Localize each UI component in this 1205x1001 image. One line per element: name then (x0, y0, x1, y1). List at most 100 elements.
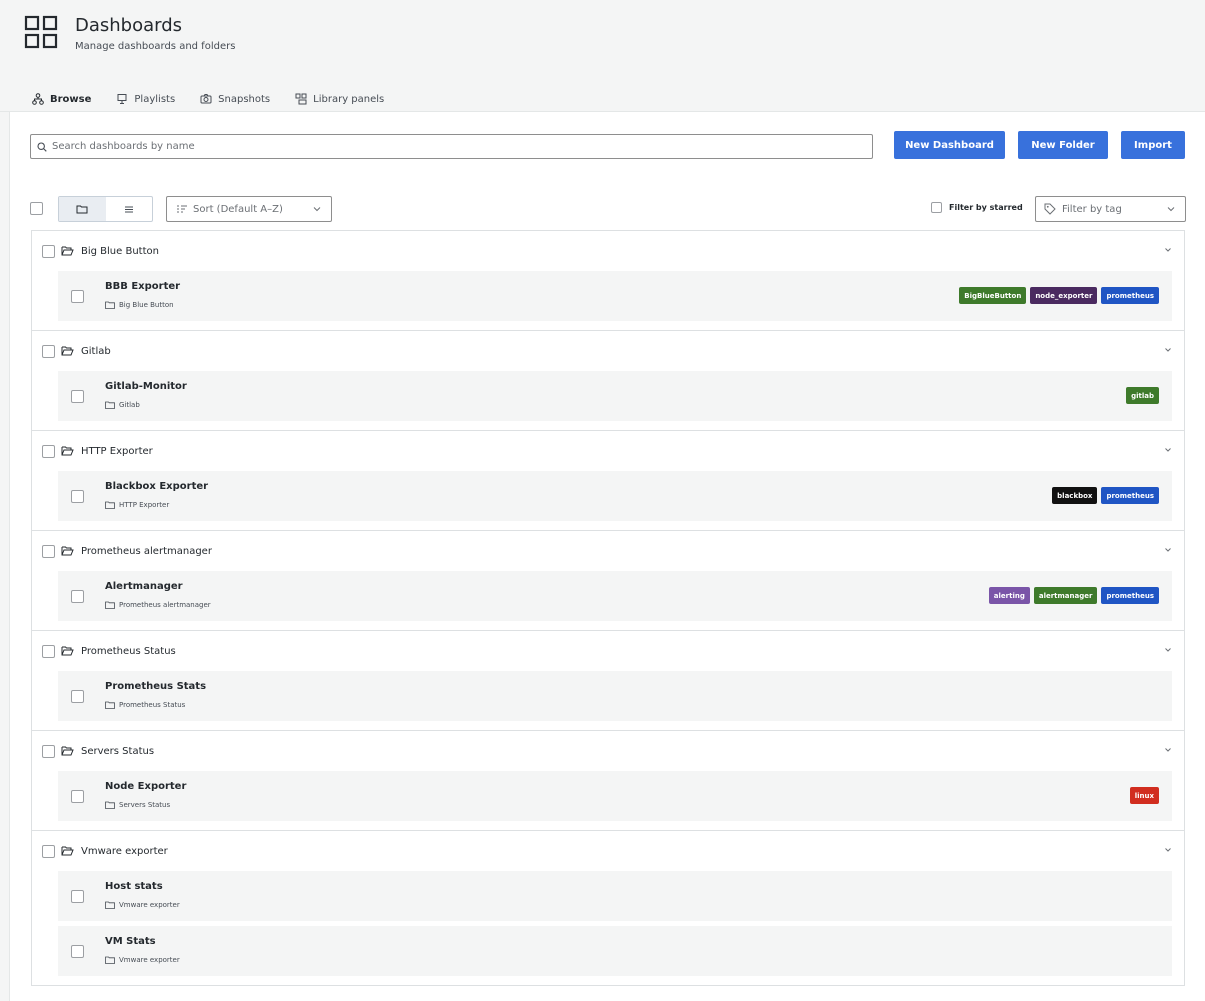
tab-playlists-label: Playlists (134, 93, 176, 105)
presentation-icon (117, 94, 127, 104)
sitemap-icon (32, 93, 44, 105)
chevron-down-icon (1165, 648, 1171, 652)
dashboard-row[interactable]: Prometheus Stats Prometheus Status (58, 671, 1172, 721)
search-box[interactable] (30, 134, 873, 159)
chevron-down-icon (1165, 848, 1171, 852)
dashboard-row[interactable]: Node Exporter Servers Status linux (58, 771, 1172, 821)
folder-open-icon (61, 246, 74, 256)
tab-playlists[interactable]: Playlists (104, 86, 188, 112)
tag-badge[interactable]: gitlab (1126, 387, 1159, 404)
dashboard-title[interactable]: Gitlab-Monitor (105, 381, 187, 392)
folder-checkbox[interactable] (42, 744, 55, 758)
dashboard-checkbox[interactable] (71, 490, 84, 503)
dashboard-checkbox[interactable] (71, 290, 84, 303)
folder-header[interactable]: Servers Status (32, 731, 1184, 771)
page-title: Dashboards (75, 15, 183, 36)
tag-list: alerting alertmanager prometheus (988, 587, 1159, 604)
dashboard-folder-name: HTTP Exporter (119, 501, 170, 509)
folder-checkbox[interactable] (42, 844, 55, 858)
tag-badge[interactable]: prometheus (1101, 587, 1159, 604)
tag-badge[interactable]: prometheus (1101, 287, 1159, 304)
sort-select[interactable]: Sort (Default A–Z) (166, 196, 332, 222)
page-subtitle: Manage dashboards and folders (75, 41, 236, 52)
dashboard-folder-name: Big Blue Button (119, 301, 174, 309)
dashboard-title[interactable]: Prometheus Stats (105, 681, 206, 692)
tag-badge[interactable]: alerting (988, 587, 1030, 604)
folder-checkbox[interactable] (42, 644, 55, 658)
tab-library-panels[interactable]: Library panels (283, 86, 397, 112)
folder-icon (105, 501, 115, 509)
dashboard-row[interactable]: BBB Exporter Big Blue Button BigBlueButton… (58, 271, 1172, 321)
tag-badge[interactable]: prometheus (1101, 487, 1159, 504)
tab-browse[interactable]: Browse (20, 86, 105, 115)
dashboard-title[interactable]: Blackbox Exporter (105, 481, 208, 492)
folder-header[interactable]: Big Blue Button (32, 231, 1184, 271)
folder-items: BBB Exporter Big Blue Button BigBlueButton… (32, 271, 1184, 330)
dashboard-title[interactable]: VM Stats (105, 936, 156, 947)
search-input[interactable] (52, 141, 852, 152)
folder-checkbox[interactable] (42, 344, 55, 358)
folder-section: Gitlab Gitlab-Monitor Gitlab gitlab (31, 331, 1185, 431)
tag-badge[interactable]: blackbox (1052, 487, 1098, 504)
folder-items: Gitlab-Monitor Gitlab gitlab (32, 371, 1184, 430)
tag-badge[interactable]: node_exporter (1030, 287, 1098, 304)
dashboard-folder-location: Vmware exporter (105, 901, 180, 909)
dashboard-title[interactable]: Host stats (105, 881, 163, 892)
select-all-checkbox[interactable] (30, 202, 43, 215)
tab-snapshots[interactable]: Snapshots (188, 86, 283, 112)
dashboard-row[interactable]: VM Stats Vmware exporter (58, 926, 1172, 976)
folder-open-icon (61, 346, 74, 356)
tag-filter-select[interactable]: Filter by tag (1035, 196, 1186, 222)
dashboard-title[interactable]: BBB Exporter (105, 281, 180, 292)
dashboard-row[interactable]: Gitlab-Monitor Gitlab gitlab (58, 371, 1172, 421)
folder-icon (105, 301, 115, 309)
dashboard-row[interactable]: Host stats Vmware exporter (58, 871, 1172, 921)
dashboard-checkbox[interactable] (71, 390, 84, 403)
tag-badge[interactable]: alertmanager (1033, 587, 1098, 604)
tab-snapshots-label: Snapshots (218, 93, 271, 105)
tag-badge[interactable]: linux (1129, 787, 1159, 804)
folder-items: Node Exporter Servers Status linux (32, 771, 1184, 830)
dashboard-checkbox[interactable] (71, 890, 84, 903)
filter-starred[interactable]: Filter by starred (931, 202, 1023, 213)
dashboard-folder-name: Vmware exporter (119, 956, 180, 964)
filter-starred-label: Filter by starred (949, 203, 1023, 212)
folder-section: Big Blue Button BBB Exporter Big Blue Butt… (31, 230, 1185, 331)
folder-items: Prometheus Stats Prometheus Status (32, 671, 1184, 730)
folder-header[interactable]: Prometheus alertmanager (32, 531, 1184, 571)
camera-icon (200, 94, 212, 104)
tag-list: blackbox prometheus (1052, 487, 1159, 504)
folder-header[interactable]: Gitlab (32, 331, 1184, 371)
library-panels-icon (295, 93, 307, 105)
dashboard-folder-location: Prometheus alertmanager (105, 601, 211, 609)
folder-header[interactable]: HTTP Exporter (32, 431, 1184, 471)
dashboard-checkbox[interactable] (71, 945, 84, 958)
folder-header[interactable]: Prometheus Status (32, 631, 1184, 671)
import-button[interactable]: Import (1121, 131, 1185, 159)
dashboard-checkbox[interactable] (71, 790, 84, 803)
dashboard-row[interactable]: Blackbox Exporter HTTP Exporter blackbox pr… (58, 471, 1172, 521)
list-view-button[interactable] (106, 197, 153, 221)
tag-list: BigBlueButton node_exporter prometheus (959, 287, 1159, 304)
dashboard-title[interactable]: Alertmanager (105, 581, 183, 592)
folder-open-icon (61, 646, 74, 656)
folder-checkbox[interactable] (42, 244, 55, 258)
new-folder-button[interactable]: New Folder (1018, 131, 1108, 159)
folder-header[interactable]: Vmware exporter (32, 831, 1184, 871)
folder-section: Servers Status Node Exporter Servers Statu… (31, 731, 1185, 831)
filter-starred-checkbox[interactable] (931, 202, 942, 213)
dashboard-title[interactable]: Node Exporter (105, 781, 186, 792)
chevron-down-icon (1165, 348, 1171, 352)
tag-badge[interactable]: BigBlueButton (959, 287, 1027, 304)
dashboard-checkbox[interactable] (71, 590, 84, 603)
folder-icon (105, 701, 115, 709)
chevron-down-icon (1165, 248, 1171, 252)
folder-icon (105, 956, 115, 964)
folder-view-button[interactable] (59, 197, 106, 221)
dashboard-checkbox[interactable] (71, 690, 84, 703)
new-dashboard-button[interactable]: New Dashboard (894, 131, 1005, 159)
folder-checkbox[interactable] (42, 444, 55, 458)
dashboard-folder-name: Gitlab (119, 401, 140, 409)
dashboard-row[interactable]: Alertmanager Prometheus alertmanager alert… (58, 571, 1172, 621)
folder-checkbox[interactable] (42, 544, 55, 558)
